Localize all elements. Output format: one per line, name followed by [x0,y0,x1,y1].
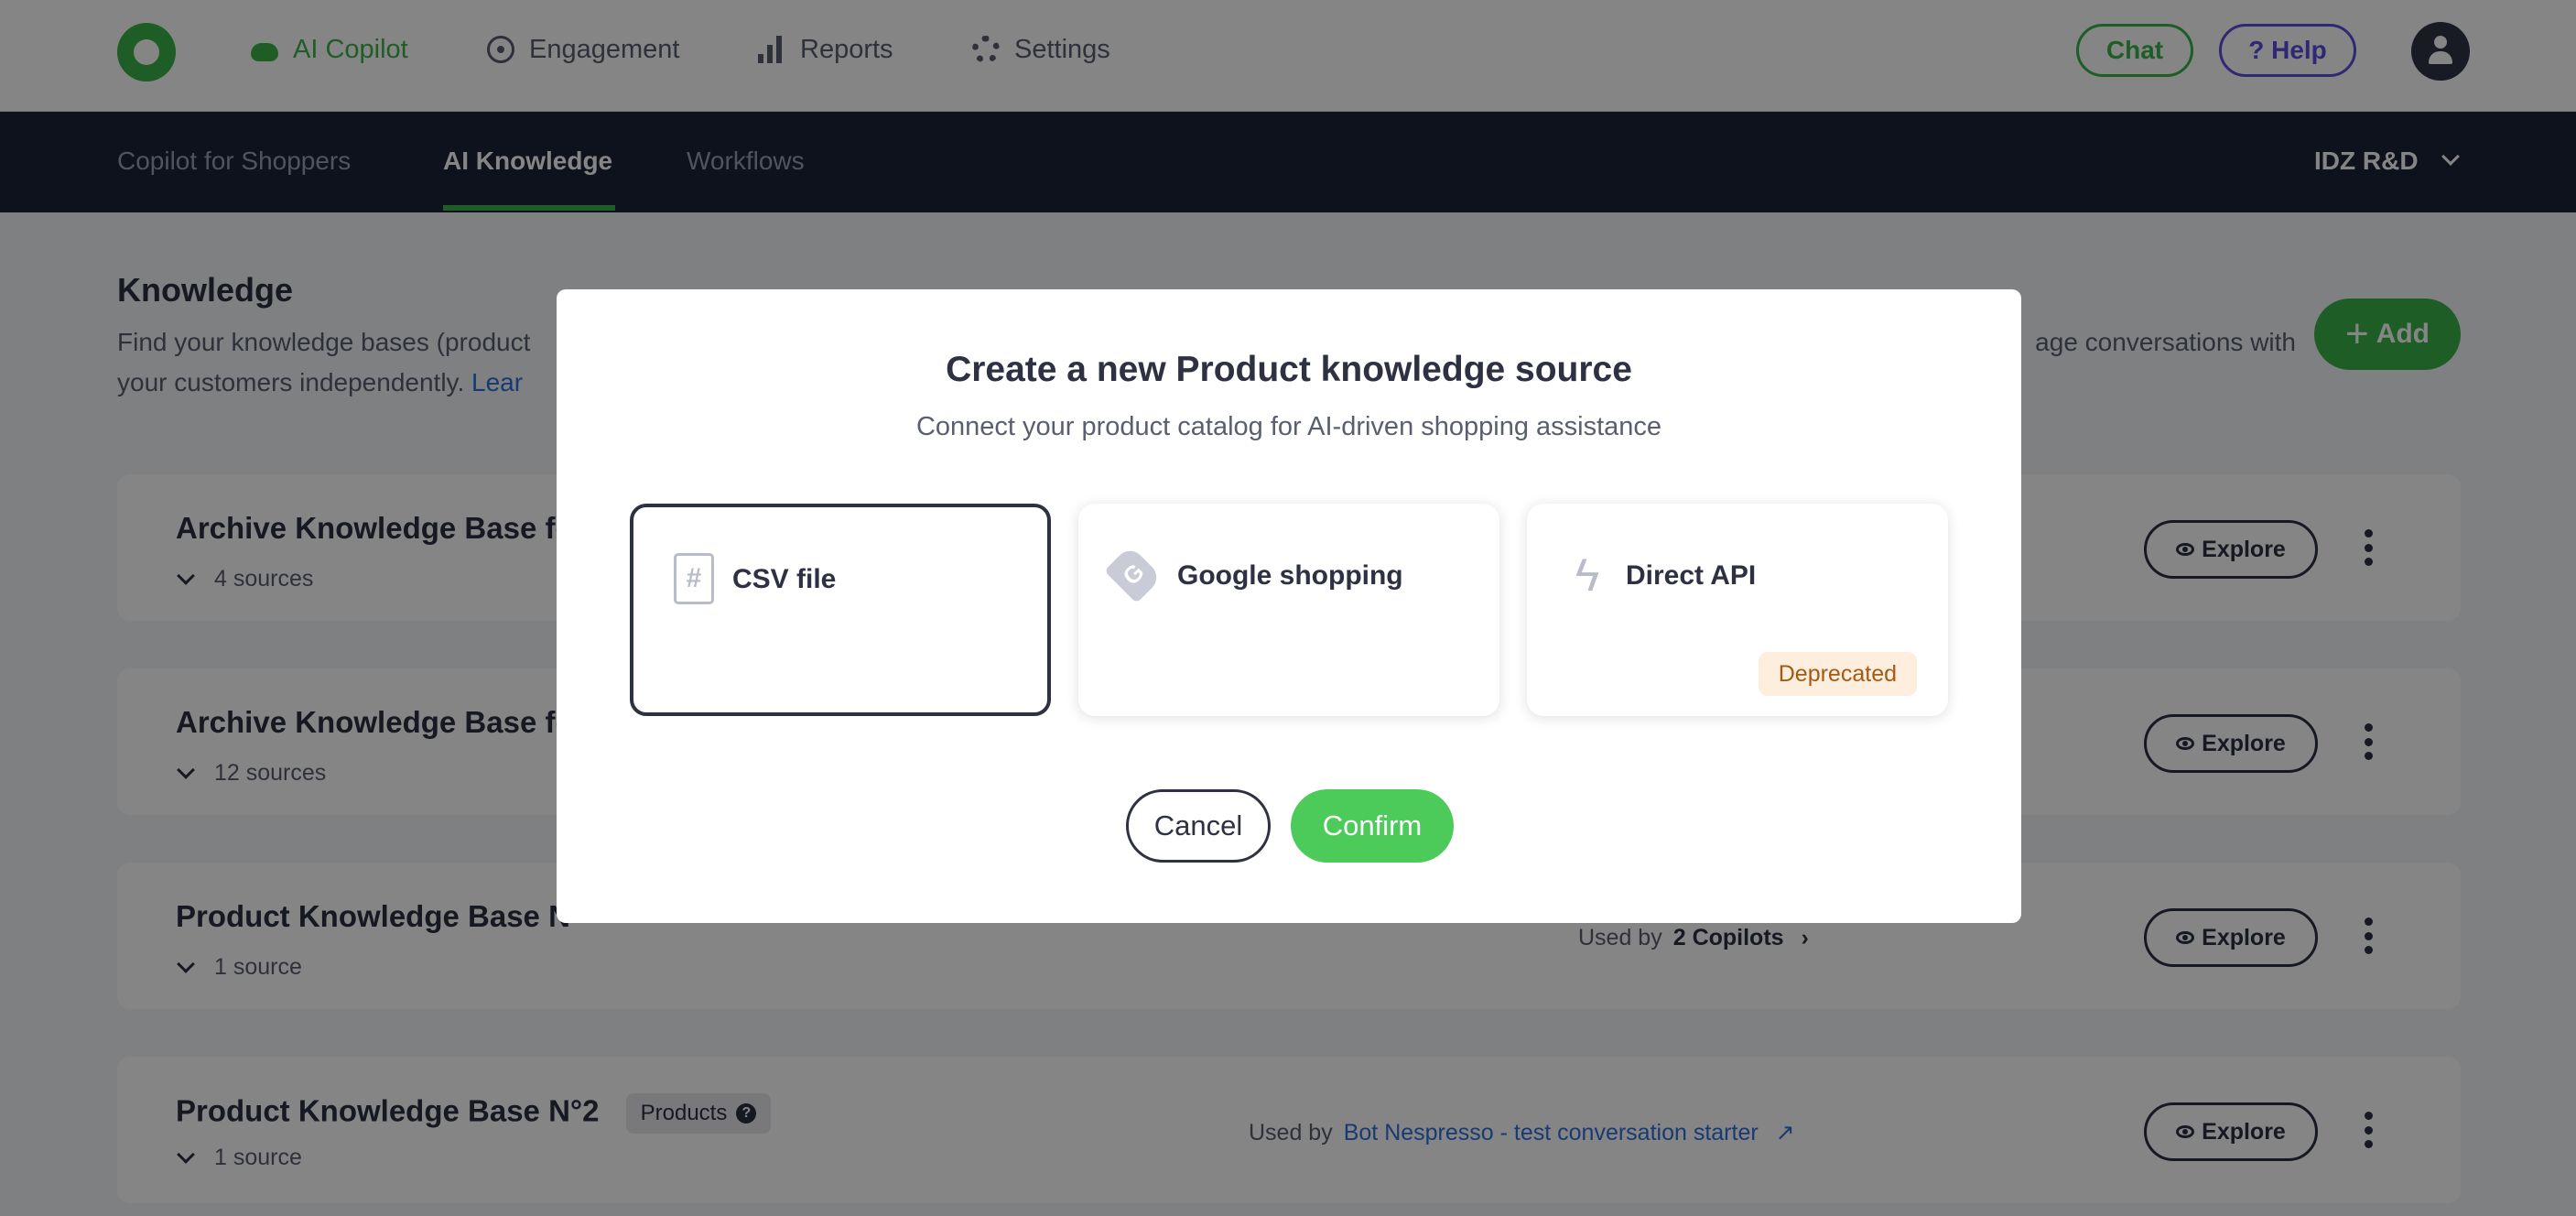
create-knowledge-source-modal: Create a new Product knowledge source Co… [557,289,2021,923]
file-hash-icon: # [674,553,714,604]
option-label: CSV file [732,564,837,594]
option-direct-api[interactable]: ϟ Direct API Deprecated [1527,504,1948,716]
option-label: Google shopping [1177,560,1403,591]
modal-title: Create a new Product knowledge source [946,350,1632,389]
option-csv-file[interactable]: # CSV file [630,504,1051,716]
option-label: Direct API [1626,560,1757,591]
option-google-shopping[interactable]: G Google shopping [1078,504,1499,716]
cancel-button[interactable]: Cancel [1126,789,1271,863]
modal-subtitle: Connect your product catalog for AI-driv… [915,412,1662,441]
google-tag-icon: G [1104,545,1163,603]
deprecated-badge: Deprecated [1758,652,1917,696]
lightning-icon: ϟ [1575,549,1600,601]
confirm-button[interactable]: Confirm [1291,789,1454,863]
